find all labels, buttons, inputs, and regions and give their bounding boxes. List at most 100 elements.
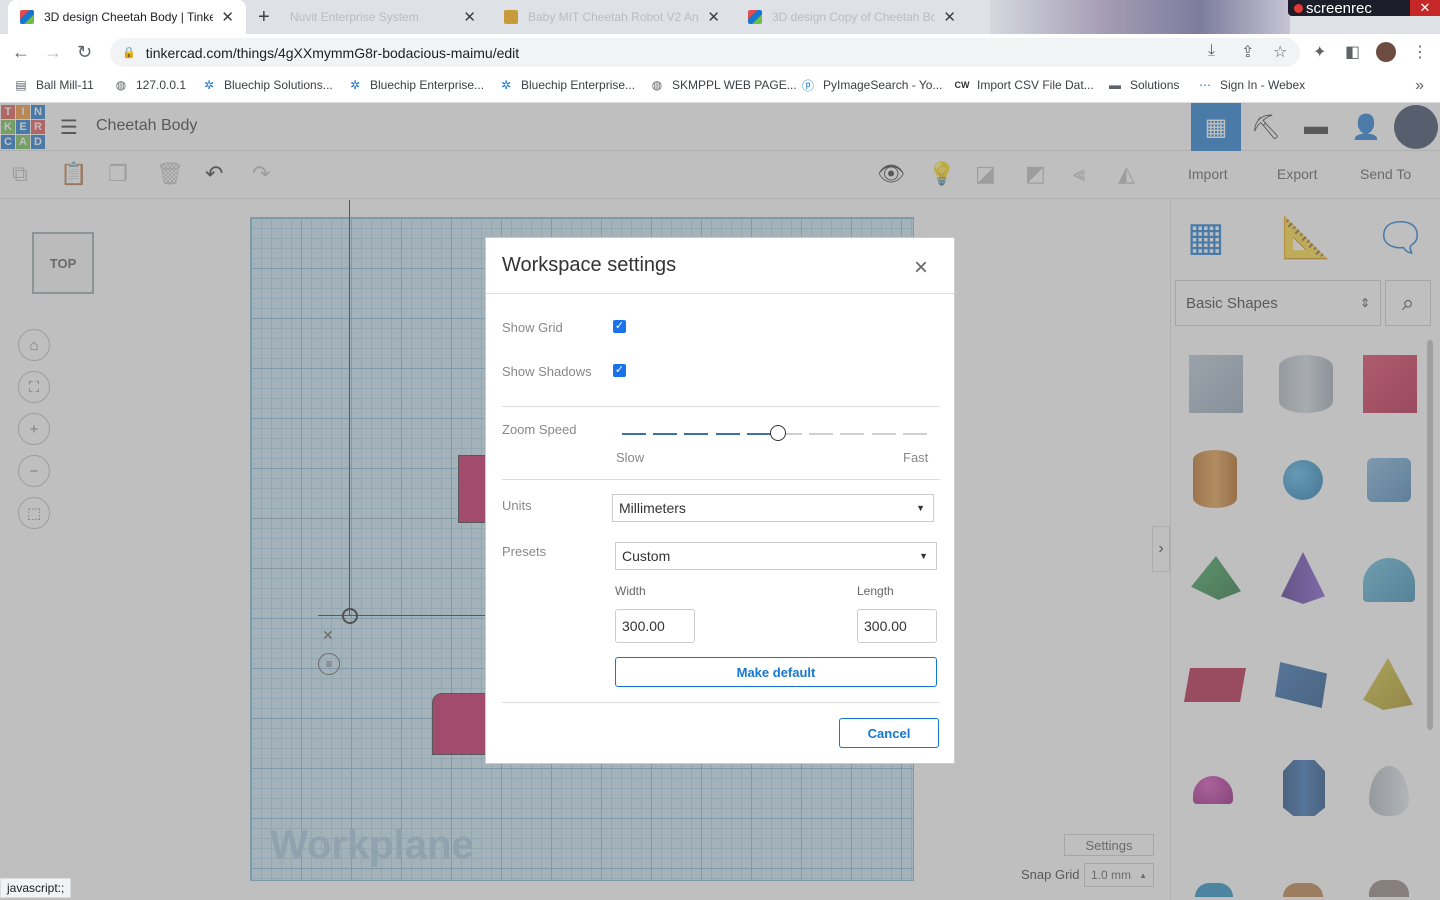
bookmark-label: Sign In - Webex (1220, 78, 1306, 92)
show-grid-checkbox[interactable]: ✓ (613, 320, 626, 333)
slider-segment (840, 433, 865, 435)
tab-copy-cheetah[interactable]: 3D design Copy of Cheetah Bo ✕ (736, 0, 968, 34)
bluechip-icon: ✲ (349, 78, 361, 92)
bookmark-item[interactable]: ◍ 127.0.0.1 (114, 78, 186, 92)
tab-title: Nuvit Enterprise System (290, 10, 419, 24)
browser-status-bar: javascript:; (0, 878, 72, 898)
page-favicon-icon (504, 10, 518, 24)
dialog-title: Workspace settings (502, 254, 677, 276)
recorder-close-icon[interactable]: ✕ (1410, 0, 1440, 16)
tab-cheetah-robot[interactable]: Baby MIT Cheetah Robot V2 An ✕ (492, 0, 732, 34)
width-input[interactable]: 300.00 (615, 609, 695, 643)
slider-segment (684, 433, 709, 435)
bookmark-item[interactable]: ▤ Ball Mill-11 (14, 78, 93, 92)
divider (502, 479, 940, 480)
browser-tab-bar: 3D design Cheetah Body | Tinker ✕ + Nuvi… (0, 0, 1440, 34)
screen-recorder-badge: screenrec ✕ (1288, 0, 1440, 17)
slider-segment (622, 433, 646, 435)
bluechip-icon: ✲ (500, 78, 512, 92)
bookmark-item[interactable]: ▬ Solutions (1108, 78, 1179, 92)
bookmark-label: Import CSV File Dat... (977, 78, 1094, 92)
bookmark-label: Solutions (1130, 78, 1180, 92)
slider-segment (809, 433, 834, 435)
reload-icon[interactable]: ↻ (77, 42, 92, 63)
bookmark-label: Bluechip Solutions... (224, 78, 333, 92)
bookmark-item[interactable]: CW Import CSV File Dat... (955, 78, 1094, 92)
close-tab-icon[interactable]: ✕ (463, 8, 476, 26)
close-tab-icon[interactable]: ✕ (943, 8, 956, 26)
slider-segment (746, 433, 771, 435)
url-text: tinkercad.com/things/4gXXmymmG8r-bodacio… (145, 44, 520, 61)
tab-nuvit[interactable]: Nuvit Enterprise System ✕ (278, 0, 488, 34)
forward-arrow-icon[interactable]: → (44, 42, 62, 63)
record-dot-icon (1294, 3, 1303, 13)
dropdown-arrow-icon: ▼ (919, 551, 928, 561)
slider-segment (715, 433, 740, 435)
new-tab-button[interactable]: + (258, 6, 270, 29)
zoom-slow-label: Slow (616, 450, 645, 465)
tab-tinkercad[interactable]: 3D design Cheetah Body | Tinker ✕ (8, 0, 246, 34)
solutions-icon: ▬ (1109, 78, 1121, 92)
presets-value: Custom (622, 548, 671, 564)
side-panel-icon[interactable]: ◧ (1345, 42, 1360, 62)
p-icon: ⓟ (801, 78, 814, 93)
bookmark-label: Bluechip Enterprise... (370, 78, 485, 92)
cancel-button[interactable]: Cancel (839, 718, 939, 748)
close-tab-icon[interactable]: ✕ (707, 8, 720, 26)
bookmark-item[interactable]: ✲ Bluechip Enterprise... (499, 78, 635, 92)
units-value: Millimeters (619, 500, 686, 516)
folder-icon: ▤ (15, 78, 27, 92)
divider (502, 702, 940, 703)
make-default-button[interactable]: Make default (615, 657, 937, 687)
show-grid-label: Show Grid (502, 320, 563, 335)
bookmarks-overflow-icon[interactable]: » (1415, 77, 1424, 95)
divider (486, 293, 954, 294)
bookmark-star-icon[interactable]: ☆ (1273, 42, 1287, 62)
units-label: Units (502, 498, 532, 513)
tab-title: Baby MIT Cheetah Robot V2 An (528, 10, 699, 24)
tab-title: 3D design Copy of Cheetah Bo (772, 10, 936, 24)
show-shadows-label: Show Shadows (502, 364, 592, 379)
bookmark-item[interactable]: ◍ SKMPPL WEB PAGE... (650, 78, 797, 92)
length-input[interactable]: 300.00 (857, 609, 937, 643)
url-field[interactable]: 🔒 tinkercad.com/things/4gXXmymmG8r-bodac… (110, 38, 1300, 67)
webex-icon: ⋯ (1199, 78, 1211, 92)
bookmark-item[interactable]: ⓟ PyImageSearch - Yo... (801, 78, 943, 93)
close-tab-icon[interactable]: ✕ (221, 8, 234, 26)
slider-segment (653, 433, 678, 435)
dropdown-arrow-icon: ▼ (916, 503, 925, 513)
presets-select[interactable]: Custom ▼ (615, 542, 937, 570)
length-label: Length (857, 584, 894, 598)
bookmark-item[interactable]: ⋯ Sign In - Webex (1198, 78, 1305, 92)
bookmark-item[interactable]: ✲ Bluechip Solutions... (202, 78, 333, 92)
tinkercad-favicon-icon (20, 10, 34, 24)
browser-profile-avatar[interactable] (1376, 42, 1396, 62)
bookmark-label: Bluechip Enterprise... (521, 78, 636, 92)
bookmark-label: PyImageSearch - Yo... (823, 78, 943, 92)
bookmark-item[interactable]: ✲ Bluechip Enterprise... (348, 78, 484, 92)
slider-segment (902, 433, 927, 435)
lock-icon: 🔒 (122, 47, 136, 59)
zoom-speed-slider-handle[interactable] (770, 425, 786, 441)
install-app-icon[interactable]: ⤓ (1208, 42, 1215, 60)
workspace-settings-dialog: Workspace settings × Show Grid ✓ Show Sh… (485, 237, 955, 764)
bookmark-label: 127.0.0.1 (136, 78, 187, 92)
zoom-speed-label: Zoom Speed (502, 422, 577, 437)
recorder-label: screenrec (1306, 0, 1372, 17)
cw-icon: CW (954, 80, 970, 90)
extensions-icon[interactable]: ✦ (1313, 42, 1326, 62)
show-shadows-checkbox[interactable]: ✓ (613, 364, 626, 377)
presets-label: Presets (502, 544, 547, 559)
back-arrow-icon[interactable]: ← (12, 42, 30, 63)
bookmarks-bar: ▤ Ball Mill-11 ◍ 127.0.0.1 ✲ Bluechip Solut… (0, 71, 1440, 103)
width-label: Width (615, 584, 646, 598)
slider-segment (871, 433, 896, 435)
bluechip-icon: ✲ (203, 78, 215, 92)
browser-menu-icon[interactable]: ⋮ (1412, 42, 1428, 62)
tinkercad-favicon-icon (748, 10, 762, 24)
close-icon[interactable]: × (914, 254, 928, 282)
tab-title: 3D design Cheetah Body | Tinker (44, 10, 214, 24)
units-select[interactable]: Millimeters ▼ (612, 494, 934, 522)
share-icon[interactable]: ⇪ (1241, 42, 1254, 62)
address-bar-row: ← → ↻ 🔒 tinkercad.com/things/4gXXmymmG8r… (0, 34, 1440, 71)
